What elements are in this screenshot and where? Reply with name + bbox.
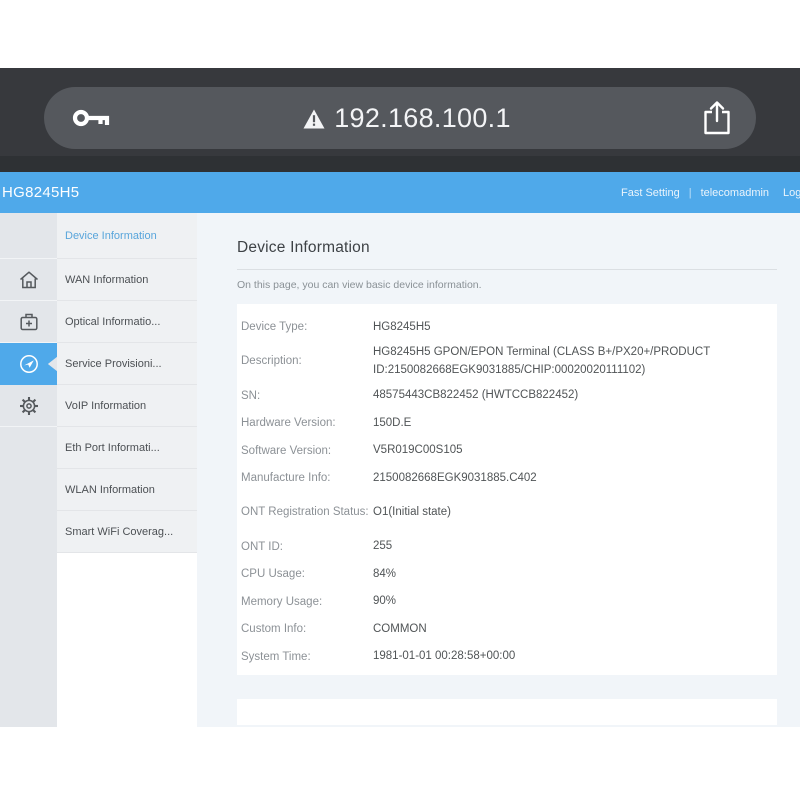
info-row-label: ONT ID:	[241, 539, 373, 556]
page-body: Device Information WAN Information Optical…	[0, 213, 800, 727]
info-row: CPU Usage:84%	[241, 561, 767, 589]
rail-empty-cell	[0, 213, 57, 259]
info-row-value: 90%	[373, 593, 767, 611]
icon-rail	[0, 213, 57, 727]
info-row-value: 1981-01-01 00:28:58+00:00	[373, 648, 767, 666]
main-content: Device Information On this page, you can…	[197, 213, 800, 727]
info-row-label: System Time:	[241, 649, 373, 666]
sidebar-item-label: Eth Port Informati...	[65, 442, 160, 454]
url-text: 192.168.100.1	[334, 103, 511, 134]
info-row-label: CPU Usage:	[241, 566, 373, 583]
page-title: Device Information	[237, 239, 800, 257]
device-model-title: HG8245H5	[0, 184, 79, 201]
sidebar-item-eth-port-informati[interactable]: Eth Port Informati...	[57, 427, 197, 469]
system-info-icon[interactable]	[0, 343, 57, 385]
header-separator: |	[688, 187, 693, 199]
app-header: HG8245H5 Fast Setting | telecomadmin Log…	[0, 172, 800, 213]
info-row: ONT ID:255	[241, 534, 767, 562]
sidebar-item-label: VoIP Information	[65, 400, 146, 412]
home-icon[interactable]	[0, 259, 57, 301]
info-row-label: Hardware Version:	[241, 415, 373, 432]
info-row-value: COMMON	[373, 621, 767, 639]
url-display[interactable]: 192.168.100.1	[112, 103, 702, 134]
sidebar-item-label: WAN Information	[65, 274, 148, 286]
info-row-value: 150D.E	[373, 415, 767, 433]
info-row-label: SN:	[241, 388, 373, 405]
sidebar-item-label: WLAN Information	[65, 484, 155, 496]
sidebar-menu-filler	[57, 553, 197, 727]
sidebar-item-device-information[interactable]: Device Information	[57, 213, 197, 259]
info-row-value: 2150082668EGK9031885.C402	[373, 470, 767, 488]
info-row-value: 48575443CB822452 (HWTCCB822452)	[373, 387, 767, 405]
empty-panel	[237, 699, 777, 725]
device-info-table: Device Type:HG8245H5Description:HG8245H5…	[237, 304, 777, 675]
info-row: Software Version:V5R019C00S105	[241, 438, 767, 466]
sidebar-item-wlan-information[interactable]: WLAN Information	[57, 469, 197, 511]
info-row: Hardware Version:150D.E	[241, 410, 767, 438]
info-row-label: Custom Info:	[241, 621, 373, 638]
sidebar-item-label: Optical Informatio...	[65, 316, 160, 328]
info-row-label: Device Type:	[241, 319, 373, 336]
sidebar-item-voip-information[interactable]: VoIP Information	[57, 385, 197, 427]
sidebar-item-label: Service Provisioni...	[65, 358, 162, 370]
sidebar-item-label: Smart WiFi Coverag...	[65, 526, 173, 538]
info-row-value: 84%	[373, 566, 767, 584]
info-row: ONT Registration Status:O1(Initial state…	[241, 493, 767, 534]
info-row: Description:HG8245H5 GPON/EPON Terminal …	[241, 342, 767, 383]
info-row-value: HG8245H5 GPON/EPON Terminal (CLASS B+/PX…	[373, 344, 767, 380]
toolbox-icon[interactable]	[0, 301, 57, 343]
browser-toolbar-edge	[0, 156, 800, 172]
info-row: Custom Info:COMMON	[241, 616, 767, 644]
status-bar-area	[0, 0, 800, 68]
page-bottom-blank	[0, 727, 800, 800]
sidebar-item-wan-information[interactable]: WAN Information	[57, 259, 197, 301]
key-icon[interactable]	[72, 105, 112, 131]
sidebar-item-optical-informatio[interactable]: Optical Informatio...	[57, 301, 197, 343]
share-icon[interactable]	[702, 100, 732, 136]
info-row-value: HG8245H5	[373, 319, 767, 337]
sidebar-menu: Device Information WAN Information Optical…	[57, 213, 197, 727]
info-row: Device Type:HG8245H5	[241, 314, 767, 342]
router-admin-screenshot: 192.168.100.1 HG8245H5 Fast Setting | te…	[0, 0, 800, 800]
browser-toolbar: 192.168.100.1	[0, 68, 800, 156]
info-row-label: Manufacture Info:	[241, 470, 373, 487]
address-bar[interactable]: 192.168.100.1	[44, 87, 756, 149]
info-row-label: ONT Registration Status:	[241, 504, 373, 521]
page-description: On this page, you can view basic device …	[237, 279, 800, 291]
sidebar-item-label: Device Information	[65, 230, 157, 242]
info-row-value: V5R019C00S105	[373, 442, 767, 460]
header-links: Fast Setting | telecomadmin Logout	[621, 172, 800, 213]
info-row-value: O1(Initial state)	[373, 504, 767, 522]
gear-icon[interactable]	[0, 385, 57, 427]
info-row-value: 255	[373, 538, 767, 556]
rail-filler	[0, 427, 57, 727]
info-row: Manufacture Info:2150082668EGK9031885.C4…	[241, 465, 767, 493]
fast-setting-link[interactable]: Fast Setting	[621, 187, 680, 199]
info-row: System Time:1981-01-01 00:28:58+00:00	[241, 644, 767, 672]
title-divider	[237, 269, 777, 270]
logout-link[interactable]: Logout	[783, 187, 800, 199]
info-row-label: Description:	[241, 353, 373, 370]
logged-in-user[interactable]: telecomadmin	[701, 187, 769, 199]
info-row-label: Memory Usage:	[241, 594, 373, 611]
info-row: SN:48575443CB822452 (HWTCCB822452)	[241, 383, 767, 411]
sidebar-item-service-provisioni[interactable]: Service Provisioni...	[57, 343, 197, 385]
sidebar-item-smart-wifi-coverag[interactable]: Smart WiFi Coverag...	[57, 511, 197, 553]
info-row-label: Software Version:	[241, 443, 373, 460]
warning-triangle-icon	[303, 109, 325, 129]
info-row: Memory Usage:90%	[241, 589, 767, 617]
